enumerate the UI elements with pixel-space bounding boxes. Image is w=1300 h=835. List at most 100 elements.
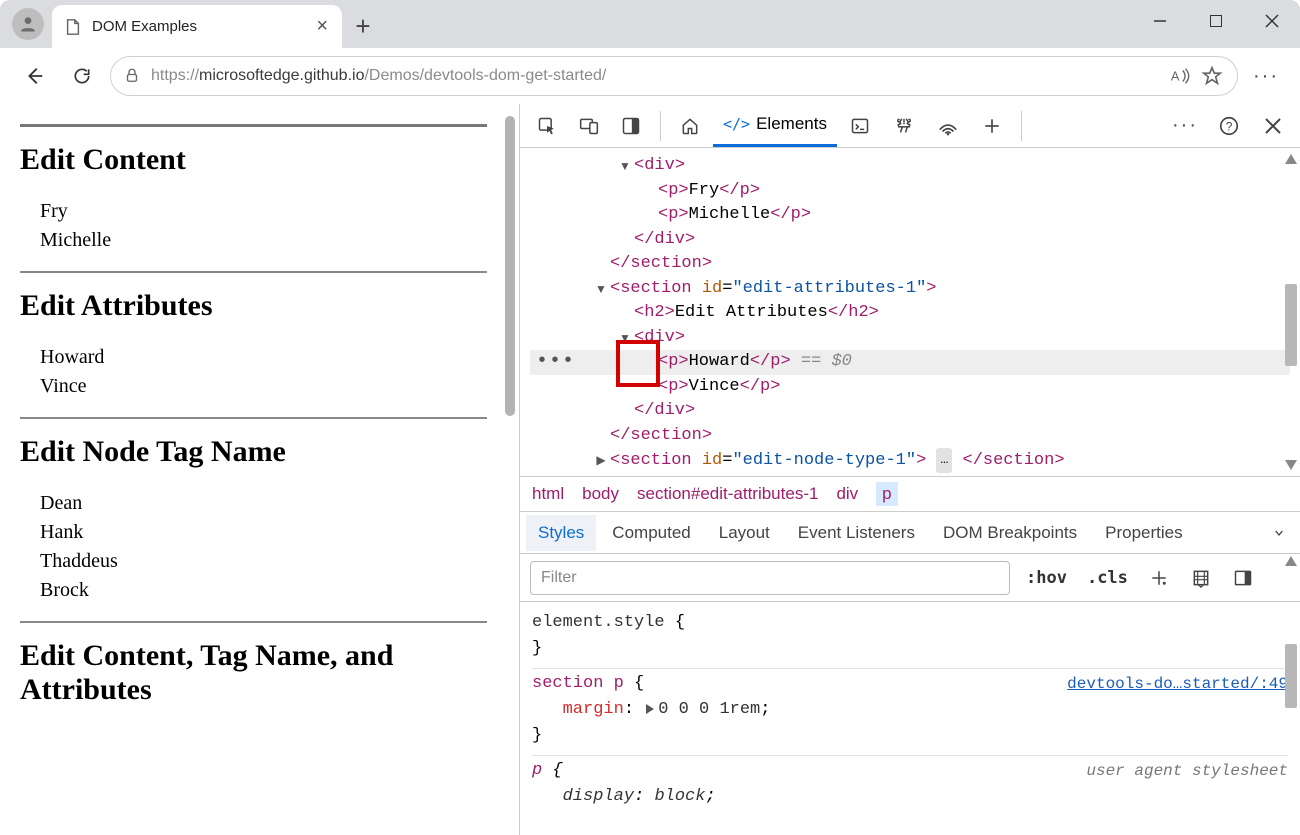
maximize-button[interactable] (1188, 0, 1244, 42)
stylesheet-link[interactable]: devtools-do…started/:49 (1067, 671, 1288, 697)
tree-twisty-icon[interactable]: ▼ (594, 277, 608, 302)
hov-toggle[interactable]: :hov (1022, 568, 1071, 588)
styles-subtab[interactable]: Styles (526, 515, 596, 551)
breadcrumb-item[interactable]: div (836, 484, 858, 504)
page-content-pane: Edit Content Fry Michelle Edit Attribute… (0, 104, 520, 835)
page-favicon (64, 18, 82, 36)
styles-subtab[interactable]: DOM Breakpoints (931, 515, 1089, 551)
breadcrumb-item[interactable]: section#edit-attributes-1 (637, 484, 818, 504)
console-tab-button[interactable] (839, 106, 881, 146)
close-devtools-button[interactable] (1252, 106, 1294, 146)
styles-subtab[interactable]: Event Listeners (786, 515, 927, 551)
breadcrumb-item[interactable]: p (876, 482, 897, 506)
network-tab-button[interactable] (927, 106, 969, 146)
style-rule-ua-p[interactable]: user agent stylesheet p { display: block… (532, 756, 1288, 816)
scroll-down-icon[interactable] (1285, 460, 1297, 470)
page-scrollbar[interactable] (503, 110, 515, 829)
tree-twisty-icon[interactable]: ▼ (618, 154, 632, 179)
dom-tree-row[interactable]: <p>Michelle</p> (530, 203, 1290, 228)
inspect-element-button[interactable] (526, 106, 568, 146)
list-item: Howard (40, 343, 487, 372)
scroll-up-icon[interactable] (1285, 154, 1297, 164)
dom-tree-row[interactable]: </div> (530, 399, 1290, 424)
dom-tree-row[interactable]: <h2>Edit Attributes</h2> (530, 301, 1290, 326)
browser-menu-button[interactable]: ··· (1246, 56, 1286, 96)
styles-scrollbar[interactable] (1285, 602, 1297, 835)
breadcrumb-item[interactable]: body (582, 484, 619, 504)
style-rule-element[interactable]: element.style { } (532, 608, 1288, 669)
dom-tree-row[interactable]: ▼<section id="edit-attributes-1"> (530, 277, 1290, 302)
user-icon (18, 14, 38, 34)
device-emulation-button[interactable] (568, 106, 610, 146)
devtools-menu-button[interactable]: ··· (1164, 106, 1206, 146)
styles-subtab[interactable]: Computed (600, 515, 702, 551)
styles-scroll-up[interactable] (1285, 556, 1297, 566)
list-item: Dean (40, 489, 487, 518)
list-item: Fry (40, 197, 487, 226)
styles-subtab[interactable]: Properties (1093, 515, 1194, 551)
address-bar-row: https://microsoftedge.github.io/Demos/de… (0, 48, 1300, 104)
highlight-box (616, 340, 660, 387)
address-bar[interactable]: https://microsoftedge.github.io/Demos/de… (110, 56, 1238, 96)
profile-avatar[interactable] (12, 8, 44, 40)
dom-tree-row[interactable]: </section> (530, 252, 1290, 277)
styles-filter-row: Filter :hov .cls (520, 554, 1300, 602)
elements-scrollbar-thumb[interactable] (1285, 284, 1297, 366)
dom-tree-row[interactable]: ▼<div> (530, 154, 1290, 179)
style-rule-section-p[interactable]: devtools-do…started/:49 section p { marg… (532, 669, 1288, 756)
list-item: Thaddeus (40, 547, 487, 576)
read-aloud-icon[interactable]: A (1167, 63, 1193, 89)
elements-breadcrumb[interactable]: html body section#edit-attributes-1 divp (520, 476, 1300, 512)
dom-tree-row[interactable]: </section> (530, 424, 1290, 449)
cls-toggle[interactable]: .cls (1083, 568, 1132, 588)
list-item: Michelle (40, 226, 487, 255)
section-heading: Edit Content (20, 143, 487, 177)
styles-overflow-button[interactable] (1264, 518, 1294, 548)
welcome-tab-button[interactable] (669, 106, 711, 146)
list-item: Vince (40, 372, 487, 401)
svg-text:A: A (1171, 69, 1180, 84)
tab-title: DOM Examples (92, 18, 197, 35)
square-icon (1210, 15, 1222, 27)
list-item: Brock (40, 576, 487, 605)
elements-scrollbar[interactable] (1285, 154, 1297, 470)
tree-twisty-icon[interactable]: ▶ (594, 448, 608, 473)
dom-tree-row[interactable]: </div> (530, 228, 1290, 253)
page-scrollbar-thumb[interactable] (505, 116, 515, 416)
flexbox-overlay-button[interactable] (1186, 563, 1216, 593)
styles-subtab[interactable]: Layout (707, 515, 782, 551)
more-tabs-button[interactable] (971, 106, 1013, 146)
section-heading: Edit Node Tag Name (20, 435, 487, 469)
styles-filter-input[interactable]: Filter (530, 561, 1010, 595)
close-window-button[interactable] (1244, 0, 1300, 42)
expand-shorthand-icon[interactable] (646, 704, 654, 714)
computed-sidebar-button[interactable] (1228, 563, 1258, 593)
svg-text:?: ? (1226, 119, 1233, 133)
new-tab-button[interactable]: + (342, 5, 384, 48)
browser-tab[interactable]: DOM Examples × (52, 5, 342, 48)
more-actions-icon[interactable]: ••• (536, 350, 575, 375)
user-agent-label: user agent stylesheet (1086, 758, 1288, 784)
favorite-icon[interactable] (1199, 63, 1225, 89)
minimize-button[interactable] (1132, 0, 1188, 42)
breadcrumb-item[interactable]: html (532, 484, 564, 504)
new-style-rule-button[interactable] (1144, 563, 1174, 593)
address-bar-actions: A (1167, 63, 1225, 89)
refresh-button[interactable] (62, 56, 102, 96)
content-split: Edit Content Fry Michelle Edit Attribute… (0, 104, 1300, 835)
help-button[interactable]: ? (1208, 106, 1250, 146)
styles-scrollbar-thumb[interactable] (1285, 644, 1297, 708)
dom-tree-row[interactable]: ▶<section id="edit-node-type-1"> … </sec… (530, 448, 1290, 474)
tab-close-button[interactable]: × (316, 15, 328, 38)
page-scroll-area[interactable]: Edit Content Fry Michelle Edit Attribute… (6, 110, 501, 829)
styles-rules-pane[interactable]: element.style { } devtools-do…started/:4… (520, 602, 1300, 835)
dom-tree-row[interactable]: <p>Fry</p> (530, 179, 1290, 204)
elements-tab[interactable]: </> Elements (713, 104, 837, 147)
dock-side-button[interactable] (610, 106, 652, 146)
collapsed-children-pill[interactable]: … (936, 448, 952, 473)
elements-dom-tree[interactable]: ▼<div><p>Fry</p><p>Michelle</p></div></s… (520, 148, 1300, 476)
sources-tab-button[interactable] (883, 106, 925, 146)
back-button[interactable] (14, 56, 54, 96)
url-display: https://microsoftedge.github.io/Demos/de… (151, 67, 1157, 85)
code-icon: </> (723, 115, 750, 133)
